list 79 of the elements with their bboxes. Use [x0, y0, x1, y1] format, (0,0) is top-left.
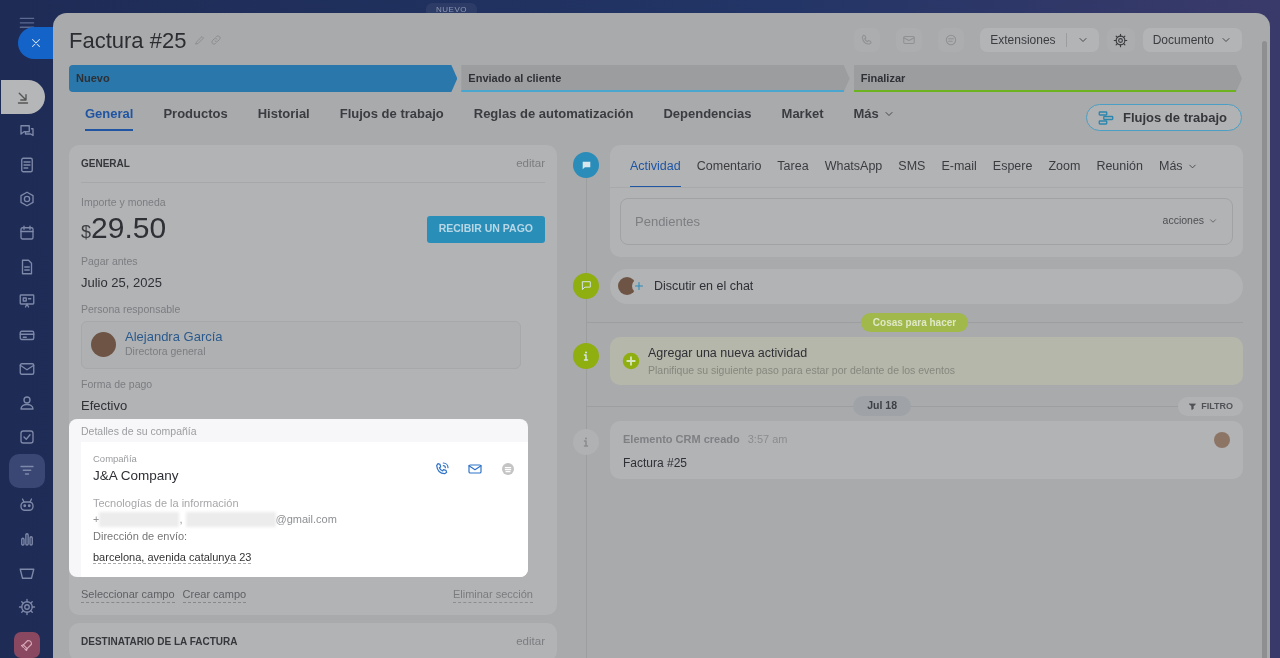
workflow-icon: [1097, 108, 1115, 127]
mail-icon: [902, 33, 917, 47]
speech-bubble-icon: [579, 279, 593, 293]
more-tab[interactable]: Más: [853, 103, 895, 132]
rocket-icon: [19, 637, 34, 653]
new-activity-title: Agregar una nueva actividad: [648, 344, 809, 362]
extensions-dropdown[interactable]: Extensiones: [980, 28, 1099, 52]
stage-step[interactable]: Enviado al cliente: [461, 65, 850, 92]
activity-tab[interactable]: Tarea: [777, 145, 809, 187]
link-icon: [210, 34, 223, 46]
sidebar-item[interactable]: [8, 454, 45, 489]
section-title: Detalles de su compañía: [80, 424, 198, 439]
action-link[interactable]: Crear campo: [182, 585, 247, 604]
company-name: J&A Company: [93, 467, 179, 486]
currency-symbol: $: [81, 221, 91, 244]
separator: ,: [179, 512, 183, 527]
field-value: Julio 25, 2025: [81, 273, 163, 292]
tab[interactable]: General: [85, 103, 134, 132]
filter-icon: [1188, 401, 1198, 411]
tab[interactable]: Productos: [163, 103, 228, 132]
workflow-button[interactable]: Flujos de trabajo: [1086, 104, 1242, 131]
address-link[interactable]: barcelona, avenida catalunya 23: [93, 551, 252, 564]
chat-icon: [944, 33, 959, 47]
activity-tab[interactable]: Reunión: [1096, 145, 1143, 187]
settings-icon: [17, 598, 36, 617]
discuss-chat-card[interactable]: Discutir en el chat: [610, 268, 1243, 304]
settings-icon: [1113, 32, 1129, 48]
close-button[interactable]: [18, 27, 54, 59]
action-link[interactable]: Seleccionar campo: [81, 585, 175, 604]
users-icon: [17, 394, 36, 413]
calendar-icon: [17, 223, 36, 242]
activity-tab[interactable]: WhatsApp: [824, 145, 883, 187]
actions-dropdown[interactable]: acciones: [1162, 213, 1218, 230]
avatar: [1214, 431, 1230, 448]
page-title: Factura #25: [69, 26, 187, 55]
field-label: Dirección de envío:: [93, 528, 189, 544]
section-title: DESTINATARIO DE LA FACTURA: [81, 635, 238, 649]
pencil-icon: [194, 34, 207, 46]
more-tab[interactable]: Más: [1158, 145, 1198, 187]
activity-tab[interactable]: Comentario: [696, 145, 762, 187]
stage-step[interactable]: Finalizar: [853, 65, 1242, 92]
avatar: [618, 277, 636, 296]
tab[interactable]: Dependencias: [663, 103, 752, 132]
stage-step[interactable]: Nuevo: [69, 65, 458, 92]
chat-label: Discutir en el chat: [654, 277, 754, 295]
activity-tab[interactable]: Actividad: [630, 145, 681, 187]
event-text: Factura #25: [623, 454, 689, 472]
field-value: Efectivo: [81, 396, 129, 415]
tab[interactable]: Market: [781, 103, 824, 132]
avatar: [91, 332, 116, 358]
scrollbar[interactable]: [1262, 41, 1267, 658]
section-title: GENERAL: [81, 157, 130, 171]
activity-tab[interactable]: Espere: [992, 145, 1033, 187]
activity-tab[interactable]: Zoom: [1048, 145, 1081, 187]
sidebar-item[interactable]: [0, 79, 45, 114]
to-do-badge: Cosas para hacer: [860, 313, 969, 333]
receive-payment-button[interactable]: RECIBIR UN PAGO: [426, 215, 545, 243]
tab[interactable]: Historial: [257, 103, 310, 132]
rocket-button[interactable]: [13, 632, 40, 658]
document-dropdown[interactable]: Documento: [1142, 28, 1242, 52]
tab[interactable]: Flujos de trabajo: [339, 103, 444, 132]
presentation-board-icon: [17, 292, 36, 310]
chat-icon: [500, 461, 516, 478]
date-badge: Jul 18: [853, 396, 911, 417]
activity-tab[interactable]: E-mail: [941, 145, 977, 187]
add-icon: [622, 352, 640, 370]
filter-button[interactable]: FILTRO: [1178, 396, 1243, 416]
amount-value: 29.50: [91, 212, 167, 243]
hexagon-icon: [17, 189, 36, 208]
close-icon: [29, 36, 43, 50]
person-name[interactable]: Alejandra García: [125, 329, 223, 344]
phone-prefix: +: [93, 512, 100, 527]
activity-tab[interactable]: SMS: [898, 145, 926, 187]
checkbox-icon: [17, 428, 36, 447]
tab[interactable]: Reglas de automatización: [473, 103, 634, 132]
field-label: Compañía: [93, 452, 138, 466]
phone-icon: [860, 33, 875, 47]
company-industry: Tecnologías de la información: [93, 495, 240, 511]
email-domain: @gmail.com: [275, 512, 337, 527]
